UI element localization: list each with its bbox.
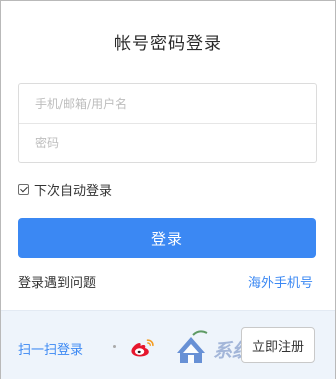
remember-label: 下次自动登录	[34, 183, 113, 199]
weibo-icon[interactable]	[130, 338, 156, 358]
separator-dot	[113, 345, 116, 348]
username-input[interactable]	[19, 84, 316, 123]
password-input[interactable]	[19, 123, 316, 162]
footer-bar: 扫一扫登录 系统之家 立即注册	[1, 310, 335, 379]
credentials-box	[18, 83, 317, 163]
login-trouble-link[interactable]: 登录遇到问题	[18, 272, 96, 291]
overseas-phone-link[interactable]: 海外手机号	[248, 272, 313, 291]
page-title: 帐号密码登录	[114, 34, 222, 54]
login-button[interactable]: 登录	[18, 218, 316, 258]
scan-login-link[interactable]: 扫一扫登录	[18, 339, 83, 358]
remember-me[interactable]: 下次自动登录	[18, 180, 113, 199]
remember-checkbox[interactable]	[18, 183, 29, 195]
login-dialog: 帐号密码登录 下次自动登录 登录 登录遇到问题 海外手机号 扫一扫登录 系统之家…	[0, 0, 336, 379]
register-button[interactable]: 立即注册	[241, 327, 315, 363]
